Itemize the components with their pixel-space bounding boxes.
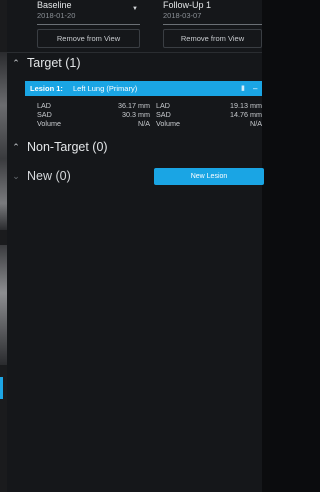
measure-value: 36.17 mm xyxy=(118,101,150,110)
target-section-header[interactable]: ⌃ Target (1) xyxy=(7,53,81,73)
viewport-image-top[interactable] xyxy=(0,52,7,230)
more-icon[interactable]: – xyxy=(253,81,257,96)
chevron-up-icon[interactable]: ⌃ xyxy=(9,58,23,69)
timepoint-name: Follow-Up 1 xyxy=(163,0,212,10)
new-lesion-button[interactable]: New Lesion xyxy=(154,168,264,185)
viewport-selection-indicator xyxy=(0,377,3,399)
measure-value: N/A xyxy=(138,119,150,128)
timepoint-date: 2018-01-20 xyxy=(37,11,76,20)
timepoint-date: 2018-03-07 xyxy=(163,11,202,20)
measure-label: LAD xyxy=(37,101,51,110)
measure-label: Volume xyxy=(156,119,180,128)
lesion-row-header[interactable]: Lesion 1: Left Lung (Primary) ▮ – xyxy=(25,81,262,96)
lesion-label: Lesion 1: xyxy=(30,84,63,93)
section-title: New (0) xyxy=(27,169,71,183)
measure-label: SAD xyxy=(37,110,52,119)
lesion-location: Left Lung (Primary) xyxy=(73,84,138,93)
viewport-image-bottom[interactable] xyxy=(0,245,7,365)
viewport-strip[interactable] xyxy=(0,0,7,492)
chevron-down-icon[interactable]: ⌄ xyxy=(9,171,23,182)
measure-label: Volume xyxy=(37,119,61,128)
section-title: Non-Target (0) xyxy=(27,140,108,154)
section-title: Target (1) xyxy=(27,56,81,70)
timepoint-followup[interactable]: Follow-Up 1 2018-03-07 xyxy=(163,0,211,21)
nontarget-section-header[interactable]: ⌃ Non-Target (0) xyxy=(7,137,108,157)
new-section-header[interactable]: ⌄ New (0) xyxy=(7,166,71,186)
measure-label: LAD xyxy=(156,101,170,110)
divider xyxy=(163,24,262,25)
measure-label: SAD xyxy=(156,110,171,119)
measure-value: 30.3 mm xyxy=(122,110,150,119)
measure-value: 19.13 mm xyxy=(230,101,262,110)
measure-value: 14.76 mm xyxy=(230,110,262,119)
timepoint-baseline[interactable]: Baseline 2018-01-20 xyxy=(37,0,75,21)
remove-baseline-button[interactable]: Remove from View xyxy=(37,29,140,48)
chevron-up-icon[interactable]: ⌃ xyxy=(9,142,23,153)
remove-followup-button[interactable]: Remove from View xyxy=(163,29,262,48)
timepoint-header: Baseline 2018-01-20 ▼ Remove from View F… xyxy=(7,0,262,53)
divider xyxy=(37,24,140,25)
measure-value: N/A xyxy=(250,119,262,128)
chevron-down-icon[interactable]: ▼ xyxy=(132,6,138,12)
timepoint-name: Baseline xyxy=(37,0,72,10)
measurement-panel: Baseline 2018-01-20 ▼ Remove from View F… xyxy=(7,0,262,492)
trash-icon[interactable]: ▮ xyxy=(241,81,245,96)
